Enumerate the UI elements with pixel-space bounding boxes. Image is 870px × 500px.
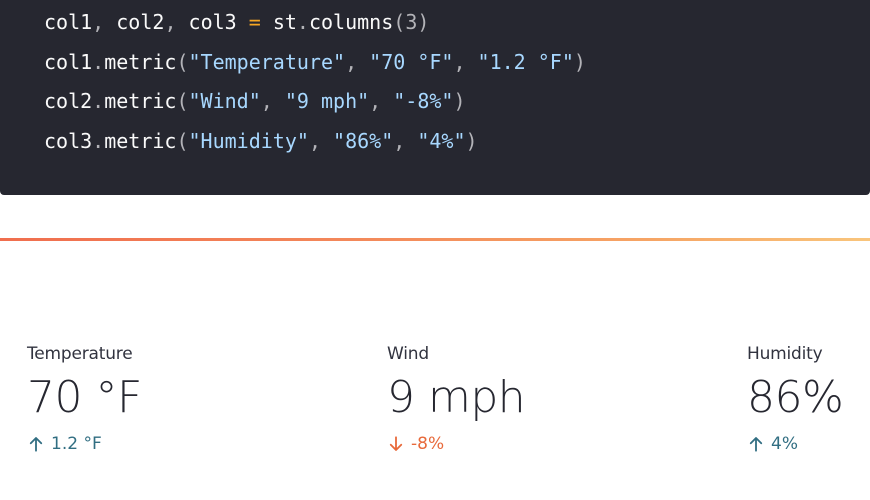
metric-label: Temperature (27, 344, 133, 364)
metric-delta-text: 1.2 °F (51, 434, 102, 454)
code-token: metric (104, 128, 177, 153)
metric-delta: 1.2 °F (27, 432, 142, 456)
code-token: ) (417, 10, 430, 34)
code-token: col1 (44, 10, 93, 34)
code-token: . (296, 10, 309, 34)
metric-label: Wind (387, 344, 429, 364)
code-token: = (236, 10, 273, 34)
code-line: col1, col2, col3 = st.columns(3) (0, 7, 870, 47)
code-token: , (345, 49, 370, 74)
divider (0, 238, 870, 241)
code-token: ( (393, 10, 406, 34)
code-token: , (369, 89, 394, 113)
metric-delta: -8% (387, 432, 525, 456)
code-line: col2.metric("Wind", "9 mph", "-8%") (0, 86, 870, 126)
code-token: ( (176, 89, 189, 113)
code-token: "Wind" (188, 89, 261, 113)
code-token: "9 mph" (284, 89, 370, 113)
code-token: , (453, 49, 478, 74)
code-token: columns (308, 10, 394, 34)
metric-delta-text: 4% (771, 434, 798, 454)
metric-wind: Wind 9 mph -8% (387, 342, 526, 456)
code-token: ( (176, 128, 189, 153)
code-token: "1.2 °F" (477, 49, 574, 74)
code-line: col1.metric("Temperature", "70 °F", "1.2… (0, 47, 870, 87)
code-token: ( (176, 49, 189, 74)
code-block: col1, col2, col3 = st.columns(3) col1.me… (0, 0, 870, 195)
code-token: , (260, 89, 285, 113)
code-token: . (92, 128, 105, 153)
metric-humidity: Humidity 86% 4% (747, 342, 844, 456)
code-token: , (308, 128, 334, 153)
code-token: , (393, 128, 418, 153)
code-token: ) (573, 49, 586, 74)
page: col1, col2, col3 = st.columns(3) col1.me… (0, 0, 870, 500)
code-token: "70 °F" (369, 49, 454, 74)
code-token: col1 (44, 49, 93, 74)
metric-delta-text: -8% (411, 434, 445, 454)
code-token: , (92, 10, 117, 34)
code-token: ) (465, 128, 478, 153)
code-token: . (92, 89, 105, 113)
code-token: col2 (44, 89, 93, 113)
code-token: "-8%" (393, 89, 454, 113)
code-token: col3 (188, 10, 237, 34)
metric-value: 86% (747, 372, 844, 423)
code-token: "Humidity" (188, 128, 309, 153)
arrow-up-icon (749, 437, 763, 452)
code-token: , (164, 10, 189, 34)
code-line: col3.metric("Humidity", "86%", "4%") (0, 126, 870, 166)
code-token: "86%" (333, 128, 394, 153)
code-token: col3 (44, 128, 93, 153)
code-token: . (92, 49, 105, 74)
metric-value: 9 mph (387, 372, 526, 423)
arrow-up-icon (29, 437, 43, 452)
metric-temperature: Temperature 70 °F 1.2 °F (27, 342, 142, 456)
code-token: "4%" (417, 128, 466, 153)
code-token: st (272, 10, 297, 34)
metric-delta: 4% (747, 432, 843, 456)
code-token: ) (453, 89, 466, 113)
metric-label: Humidity (747, 344, 823, 364)
code-token: metric (104, 89, 177, 113)
arrow-down-icon (389, 436, 403, 451)
code-token: "Temperature" (188, 49, 346, 74)
code-token: col2 (116, 10, 165, 34)
metric-value: 70 °F (27, 372, 142, 423)
code-token: 3 (405, 10, 418, 34)
code-token: metric (104, 49, 177, 74)
